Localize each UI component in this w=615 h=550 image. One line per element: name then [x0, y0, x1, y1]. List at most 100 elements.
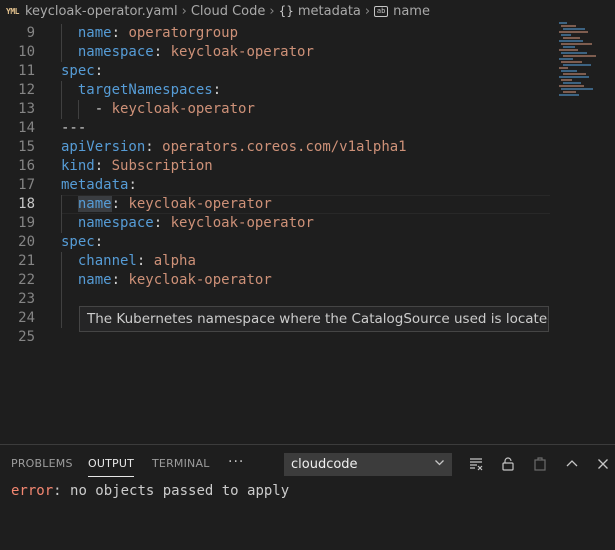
yaml-list-dash: - — [94, 101, 104, 117]
breadcrumb-file-label: keycloak-operator.yaml — [24, 3, 178, 19]
yaml-value: keycloak-operator — [128, 196, 272, 212]
indent-guide — [61, 271, 62, 290]
line-number: 10 — [18, 44, 35, 60]
minimap-line — [559, 49, 578, 51]
object-icon: {} — [278, 4, 294, 18]
minimap-line — [559, 58, 573, 60]
yaml-space — [103, 158, 111, 174]
yaml-colon: : — [111, 25, 121, 41]
line-number: 22 — [18, 272, 35, 288]
indent-guide — [61, 290, 62, 309]
yaml-key: metadata — [61, 177, 129, 193]
code-line[interactable]: 12 targetNamespaces: — [0, 81, 550, 100]
yaml-key: namespace — [77, 215, 154, 231]
close-icon[interactable] — [592, 453, 614, 475]
line-number: 17 — [18, 177, 35, 193]
line-number: 14 — [18, 120, 35, 136]
code-line[interactable]: 22 name: keycloak-operator — [0, 271, 550, 290]
breadcrumb-label: metadata — [297, 3, 361, 19]
minimap-line — [563, 28, 585, 30]
yaml-colon: : — [145, 139, 154, 155]
breadcrumb-file[interactable]: YML keycloak-operator.yaml — [6, 4, 178, 19]
tab-problems[interactable]: PROBLEMS — [11, 457, 73, 470]
minimap-line — [559, 67, 568, 69]
output-channel-select[interactable]: cloudcode — [284, 453, 452, 476]
yaml-colon: : — [111, 272, 121, 288]
minimap-line — [561, 61, 582, 63]
yaml-space — [162, 215, 170, 231]
chevron-up-icon[interactable] — [561, 453, 583, 475]
code-editor[interactable]: 9 name: operatorgroup 10 namespace: keycloa… — [0, 22, 615, 444]
line-number: 13 — [18, 101, 35, 117]
minimap-line — [561, 79, 572, 81]
yaml-colon: : — [94, 158, 104, 174]
yaml-value: keycloak-operator — [170, 215, 314, 231]
code-line[interactable]: 21 channel: alpha — [0, 252, 550, 271]
minimap-line — [563, 46, 575, 48]
line-number: 24 — [18, 310, 35, 326]
code-line[interactable]: 13 - keycloak-operator — [0, 100, 550, 119]
minimap[interactable] — [557, 22, 605, 102]
breadcrumb-name[interactable]: ab name — [374, 4, 430, 19]
code-content: namespace: keycloak-operator — [78, 43, 314, 62]
code-line[interactable]: 11 spec: — [0, 62, 550, 81]
tab-terminal[interactable]: TERMINAL — [152, 457, 210, 470]
yaml-key: spec — [61, 234, 95, 250]
code-line[interactable]: 17 metadata: — [0, 176, 550, 195]
breadcrumb-label: Cloud Code — [190, 3, 266, 19]
code-line[interactable]: 16 kind: Subscription — [0, 157, 550, 176]
breadcrumb-cloud-code[interactable]: Cloud Code — [191, 4, 266, 19]
line-number: 19 — [18, 215, 35, 231]
code-content: name: operatorgroup — [78, 24, 238, 43]
minimap-line — [561, 70, 577, 72]
line-number: 15 — [18, 139, 35, 155]
code-line[interactable]: 20 spec: — [0, 233, 550, 252]
yaml-document-separator: --- — [61, 120, 87, 136]
output-text: error: no objects passed to apply — [11, 483, 289, 499]
minimap-line — [563, 73, 586, 75]
yaml-colon: : — [128, 177, 137, 193]
code-line[interactable]: 15 apiVersion: operators.coreos.com/v1alp… — [0, 138, 550, 157]
indent-guide — [61, 195, 62, 214]
output-error-prefix: error — [11, 483, 54, 499]
line-number: 16 — [18, 158, 35, 174]
minimap-line — [561, 52, 587, 54]
tab-output[interactable]: OUTPUT — [88, 457, 135, 477]
panel-tabs: PROBLEMS OUTPUT TERMINAL ··· cloudcode — [0, 445, 615, 481]
minimap-line — [559, 40, 583, 42]
bottom-panel: PROBLEMS OUTPUT TERMINAL ··· cloudcode e… — [0, 444, 615, 550]
string-icon: ab — [374, 5, 389, 17]
chevron-right-icon: › — [181, 3, 187, 19]
indent-guide — [61, 309, 62, 328]
code-line[interactable]: 10 namespace: keycloak-operator — [0, 43, 550, 62]
yaml-value: operatorgroup — [128, 25, 239, 41]
output-channel-value: cloudcode — [291, 457, 358, 472]
indent-guide — [61, 24, 62, 43]
minimap-line — [563, 82, 581, 84]
yaml-key: namespace — [77, 44, 154, 60]
lock-icon[interactable] — [497, 453, 519, 475]
hover-tooltip: The Kubernetes namespace where the Catal… — [79, 306, 549, 332]
indent-guide — [61, 43, 62, 62]
yaml-colon: : — [212, 82, 222, 98]
yaml-colon: : — [111, 196, 121, 212]
code-line[interactable]: 19 namespace: keycloak-operator — [0, 214, 550, 233]
yaml-value: keycloak-operator — [111, 101, 255, 117]
code-content: name: keycloak-operator — [77, 195, 272, 214]
yaml-key: kind — [61, 158, 95, 174]
copy-icon[interactable] — [529, 453, 551, 475]
code-line[interactable]: 18 name: keycloak-operator — [0, 195, 550, 214]
breadcrumb-metadata[interactable]: {} metadata — [279, 4, 361, 19]
yaml-colon: : — [153, 44, 163, 60]
code-line[interactable]: 14 --- — [0, 119, 550, 138]
more-actions-icon[interactable]: ··· — [228, 454, 244, 470]
code-content: name: keycloak-operator — [78, 271, 272, 290]
clear-output-icon[interactable] — [465, 453, 487, 475]
chevron-down-icon — [434, 454, 445, 475]
indent-guide — [61, 252, 62, 271]
code-line[interactable]: 9 name: operatorgroup — [0, 24, 550, 43]
minimap-line — [561, 43, 592, 45]
minimap-line — [559, 22, 567, 24]
yaml-value: alpha — [153, 253, 196, 269]
yaml-value: keycloak-operator — [128, 272, 272, 288]
